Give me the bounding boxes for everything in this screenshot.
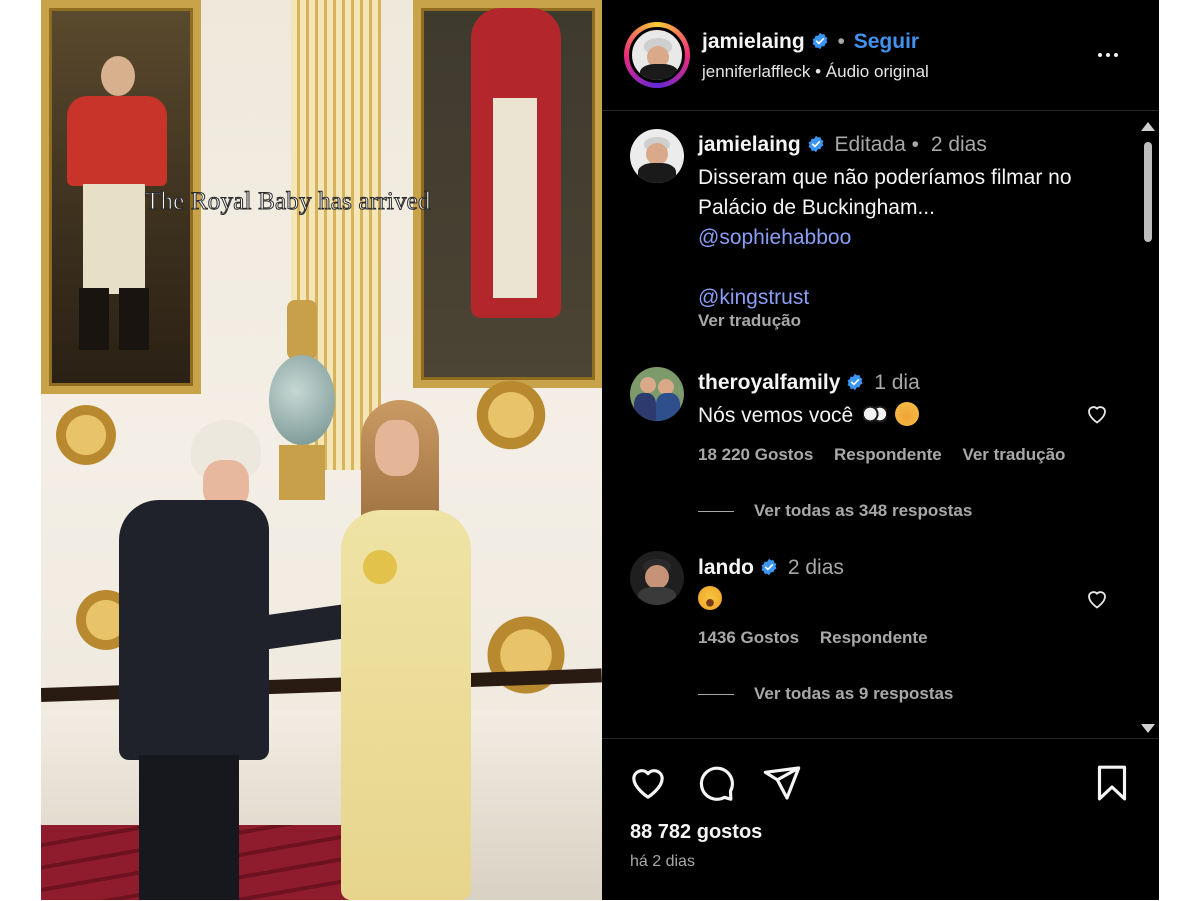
see-translation-link[interactable]: Ver tradução	[962, 445, 1065, 464]
share-icon[interactable]	[762, 763, 802, 803]
smiling-face-emoji-icon	[894, 402, 919, 426]
caption-text: Disseram que não poderíamos filmar no Pa…	[698, 163, 1128, 313]
view-replies-button[interactable]: Ver todas as 9 respostas	[698, 684, 953, 704]
like-comment-heart-icon[interactable]	[1084, 402, 1110, 426]
view-replies-label: Ver todas as 348 respostas	[754, 501, 973, 520]
replies-divider	[698, 694, 734, 696]
bookmark-icon[interactable]	[1092, 763, 1132, 803]
post-likes-count[interactable]: 88 782 gostos	[630, 821, 762, 844]
gilded-ornament	[481, 610, 571, 700]
reply-button[interactable]: Respondente	[820, 628, 928, 647]
edited-label: Editada	[834, 133, 906, 156]
comment-text-content: Nós vemos você	[698, 404, 854, 427]
more-options-icon[interactable]	[1098, 44, 1128, 64]
comment-username[interactable]: lando	[698, 556, 754, 579]
verified-badge-icon	[847, 373, 863, 391]
avatar[interactable]	[630, 367, 684, 421]
heart-icon[interactable]	[628, 763, 668, 803]
comment-likes[interactable]: 1436 Gostos	[698, 628, 799, 647]
scroll-up-arrow-icon[interactable]	[1141, 122, 1155, 131]
post-header: jamielaing • Seguir jenniferlaffleck • Á…	[602, 0, 1159, 111]
caption-line: Palácio de Buckingham...	[698, 196, 935, 219]
original-audio-link[interactable]: Áudio original	[826, 62, 929, 81]
post-media-video[interactable]: The Royal Baby has arrived	[41, 0, 602, 900]
avatar[interactable]	[630, 129, 684, 183]
comment-text: Nós vemos você	[698, 401, 1128, 431]
mention-link[interactable]: @sophiehabboo	[698, 223, 1128, 253]
comment-header: theroyalfamily 1 dia	[698, 371, 920, 395]
instagram-post: The Royal Baby has arrived jamielaing • …	[41, 0, 1159, 900]
collab-username[interactable]: jenniferlaffleck	[702, 62, 810, 81]
header-subtitle: jenniferlaffleck • Áudio original	[702, 62, 929, 82]
comment-icon[interactable]	[696, 763, 736, 803]
replies-divider	[698, 511, 734, 513]
verified-badge-icon	[761, 558, 777, 576]
reply-button[interactable]: Respondente	[834, 445, 942, 464]
like-comment-heart-icon[interactable]	[1084, 587, 1110, 611]
scroll-thumb[interactable]	[1144, 142, 1152, 242]
comments-scrollbar[interactable]	[1140, 120, 1156, 735]
portrait-painting-right	[413, 0, 602, 388]
scroll-down-arrow-icon[interactable]	[1141, 724, 1155, 733]
comment-likes[interactable]: 18 220 Gostos	[698, 445, 813, 464]
comment-username[interactable]: jamielaing	[698, 133, 801, 156]
verified-badge-icon	[812, 32, 828, 50]
separator-dot: •	[837, 30, 845, 53]
comment-time: 2 dias	[930, 133, 987, 156]
post-side-panel: jamielaing • Seguir jenniferlaffleck • Á…	[602, 0, 1159, 900]
avatar	[629, 27, 685, 83]
mention-link[interactable]: @kingstrust	[698, 283, 1128, 313]
avatar[interactable]	[630, 551, 684, 605]
view-replies-button[interactable]: Ver todas as 348 respostas	[698, 501, 972, 521]
separator-dot: •	[911, 133, 919, 156]
post-date: há 2 dias	[630, 853, 695, 870]
separator-dot: •	[815, 62, 822, 81]
person-man	[99, 420, 361, 900]
comment-username[interactable]: theroyalfamily	[698, 371, 840, 394]
eyes-emoji-icon	[863, 402, 888, 426]
comment-time: 2 dias	[787, 556, 844, 579]
verified-badge-icon	[808, 135, 824, 153]
comment-actions: 18 220 Gostos Respondente Ver tradução	[698, 445, 1081, 465]
comment-header: jamielaing Editada • 2 dias	[698, 133, 987, 157]
tears-of-joy-emoji-icon	[698, 586, 722, 610]
person-woman	[323, 400, 493, 900]
comment-actions: 1436 Gostos Respondente	[698, 628, 944, 648]
follow-button[interactable]: Seguir	[854, 30, 919, 53]
header-user-line: jamielaing • Seguir	[702, 30, 919, 54]
comment-time: 1 dia	[874, 371, 920, 394]
video-caption-overlay: The Royal Baby has arrived	[145, 188, 431, 216]
comment-header: lando 2 dias	[698, 556, 844, 580]
story-ring[interactable]	[624, 22, 690, 88]
comment-text	[698, 585, 1128, 615]
comments-list: jamielaing Editada • 2 dias Disseram que…	[602, 111, 1159, 738]
view-replies-label: Ver todas as 9 respostas	[754, 684, 954, 703]
header-username[interactable]: jamielaing	[702, 30, 805, 53]
caption-line: Disseram que não poderíamos filmar no	[698, 166, 1072, 189]
gilded-ornament	[51, 400, 121, 470]
post-footer: 88 782 gostos há 2 dias	[602, 738, 1159, 901]
see-translation-link[interactable]: Ver tradução	[698, 311, 801, 331]
